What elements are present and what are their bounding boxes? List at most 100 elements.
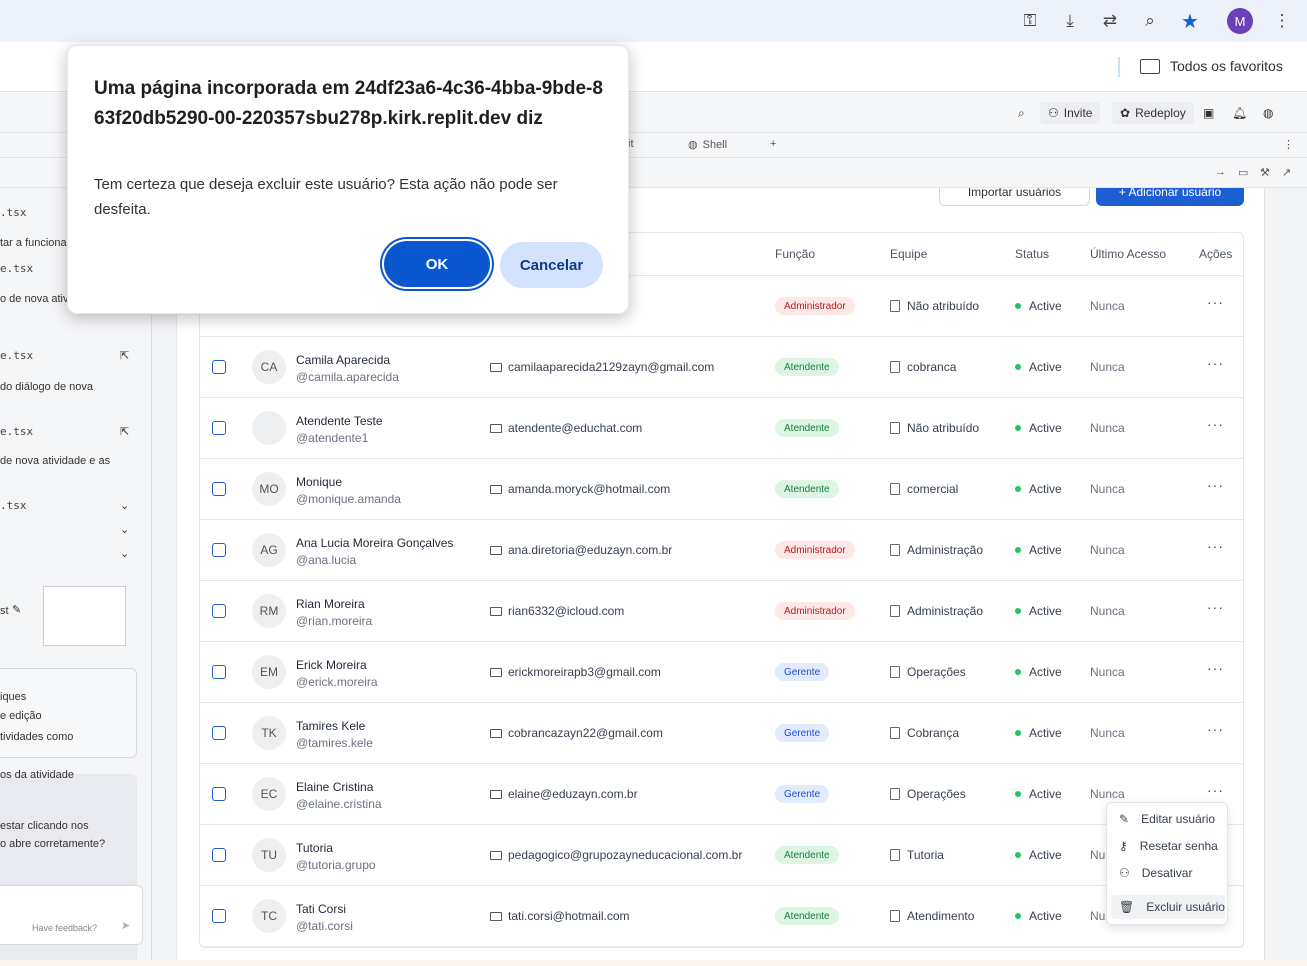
more-actions-icon[interactable]: ··· [1207, 477, 1224, 493]
bookmark-star-icon[interactable]: ★ [1179, 10, 1201, 33]
row-checkbox[interactable] [212, 909, 226, 923]
table-row[interactable]: EM Erick Moreira @erick.moreira erickmoreir… [200, 642, 1243, 703]
browser-menu-icon[interactable]: ⋮ [1271, 10, 1293, 32]
profile-avatar[interactable]: M [1227, 8, 1253, 34]
translate-icon[interactable]: ⇄ [1099, 10, 1121, 32]
chevron-down-icon[interactable]: ⌄ [120, 547, 129, 560]
row-checkbox[interactable] [212, 604, 226, 618]
column-role[interactable]: Função [775, 247, 815, 261]
chevron-down-icon[interactable]: ⌄ [120, 499, 129, 512]
file-ref[interactable]: e.tsx [0, 425, 33, 438]
row-checkbox[interactable] [212, 787, 226, 801]
invite-button[interactable]: ⚇ Invite [1040, 102, 1101, 124]
devtools-icon[interactable]: ⚒ [1260, 166, 1270, 179]
more-actions-icon[interactable]: ··· [1207, 660, 1224, 676]
file-ref[interactable]: e.tsx [0, 262, 33, 275]
tab-shell[interactable]: ◍ Shell [688, 138, 727, 152]
table-row[interactable]: TC Tati Corsi @tati.corsi tati.corsi@hotmai… [200, 886, 1243, 947]
more-actions-icon[interactable]: ··· [1207, 355, 1224, 371]
column-last-access[interactable]: Último Acesso [1090, 247, 1166, 261]
import-users-button[interactable]: Importar usuários [939, 188, 1090, 206]
file-ref[interactable]: e.tsx [0, 349, 33, 362]
install-icon[interactable]: ⤓ [1059, 10, 1081, 32]
user-handle: @tati.corsi [296, 919, 353, 933]
more-actions-icon[interactable]: ··· [1207, 721, 1224, 737]
zoom-icon[interactable]: ⌕ [1139, 10, 1161, 32]
row-checkbox[interactable] [212, 421, 226, 435]
more-actions-icon[interactable]: ··· [1207, 294, 1224, 310]
feedback-box[interactable] [0, 885, 143, 945]
key-icon[interactable]: ⚿ [1019, 10, 1041, 32]
more-actions-icon[interactable]: ··· [1207, 538, 1224, 554]
user-team: Operações [890, 787, 966, 801]
row-checkbox[interactable] [212, 543, 226, 557]
table-row[interactable]: AG Ana Lucia Moreira Gonçalves @ana.lucia a… [200, 520, 1243, 581]
user-avatar[interactable]: ◍ [1255, 102, 1281, 124]
building-icon [890, 666, 900, 678]
all-bookmarks[interactable]: Todos os favoritos [1140, 58, 1283, 74]
row-checkbox[interactable] [212, 665, 226, 679]
status-badge: Active [1015, 665, 1062, 679]
role-badge: Administrador [775, 297, 855, 315]
user-name: Erick Moreira [296, 658, 367, 672]
user-team: Administração [890, 543, 983, 557]
building-icon [890, 544, 900, 556]
send-icon[interactable]: ➤ [121, 919, 130, 932]
note-line: e edição [0, 710, 42, 722]
row-checkbox[interactable] [212, 726, 226, 740]
role-badge: Atendente [775, 419, 839, 437]
table-row[interactable]: TK Tamires Kele @tamires.kele cobrancazayn2… [200, 703, 1243, 764]
user-handle: @camila.aparecida [296, 370, 399, 384]
column-team[interactable]: Equipe [890, 247, 927, 261]
more-actions-icon[interactable]: ··· [1207, 782, 1224, 798]
role-badge: Administrador [775, 541, 855, 559]
new-tab-button[interactable]: + [770, 138, 776, 150]
open-file-icon[interactable]: ⇱ [120, 425, 129, 438]
file-ref[interactable]: .tsx [0, 206, 27, 219]
menu-item-delete-user[interactable]: 🗑︎ Excluir usuário [1111, 895, 1225, 919]
file-ref[interactable]: .tsx [0, 499, 27, 512]
menu-item-edit-user[interactable]: ✎ Editar usuário [1111, 807, 1225, 831]
email-text: rian6332@icloud.com [508, 604, 625, 618]
row-checkbox[interactable] [212, 360, 226, 374]
preview-scrollbar[interactable] [1264, 188, 1307, 966]
status-text: Active [1029, 787, 1062, 801]
avatar: TC [252, 899, 286, 933]
status-dot-icon [1015, 913, 1021, 919]
pane-menu-icon[interactable]: ⋮ [1283, 138, 1294, 151]
more-actions-icon[interactable]: ··· [1207, 416, 1224, 432]
row-checkbox[interactable] [212, 848, 226, 862]
table-row[interactable]: TU Tutoria @tutoria.grupo pedagogico@grupoz… [200, 825, 1243, 886]
user-email: ana.diretoria@eduzayn.com.br [490, 543, 672, 557]
layout-icon[interactable]: ▣ [1195, 102, 1222, 124]
open-external-icon[interactable]: ↗ [1282, 166, 1291, 179]
add-user-button[interactable]: + Adicionar usuário [1096, 188, 1244, 206]
chevron-down-icon[interactable]: ⌄ [120, 523, 129, 536]
table-row[interactable]: CA Camila Aparecida @camila.aparecida camil… [200, 337, 1243, 398]
more-actions-icon[interactable]: ··· [1207, 599, 1224, 615]
cancel-button[interactable]: Cancelar [500, 242, 603, 288]
user-email: tati.corsi@hotmail.com [490, 909, 630, 923]
forward-icon[interactable]: → [1215, 166, 1226, 178]
table-row[interactable]: RM Rian Moreira @rian.moreira rian6332@iclo… [200, 581, 1243, 642]
screenshot-thumbnail[interactable] [43, 586, 126, 646]
menu-item-deactivate[interactable]: ⚇ Desativar [1111, 861, 1225, 885]
edit-icon[interactable]: ✎ [12, 603, 21, 616]
user-team: Não atribuído [890, 299, 979, 313]
menu-item-reset-password[interactable]: ⚷ Resetar senha [1111, 834, 1225, 858]
column-status[interactable]: Status [1015, 247, 1049, 261]
mail-icon [490, 362, 502, 372]
search-icon[interactable]: ⌕ [1010, 102, 1033, 124]
role-badge: Gerente [775, 663, 830, 681]
ok-button[interactable]: OK [384, 241, 490, 287]
notification-bell-icon[interactable]: 🔔︎ [1224, 102, 1255, 124]
agent-message-line: do diálogo de nova [0, 381, 93, 393]
table-row[interactable]: Atendente Teste @atendente1 atendente@educ… [200, 398, 1243, 459]
row-checkbox[interactable] [212, 482, 226, 496]
table-row[interactable]: EC Elaine Cristina @elaine.cristina elaine@… [200, 764, 1243, 825]
open-file-icon[interactable]: ⇱ [120, 349, 129, 362]
table-row[interactable]: MO Monique @monique.amanda amanda.moryck@ho… [200, 459, 1243, 520]
devices-icon[interactable]: ▭ [1238, 166, 1248, 179]
redeploy-button[interactable]: ✿ Redeploy [1112, 102, 1194, 124]
email-text: atendente@educhat.com [508, 421, 643, 435]
